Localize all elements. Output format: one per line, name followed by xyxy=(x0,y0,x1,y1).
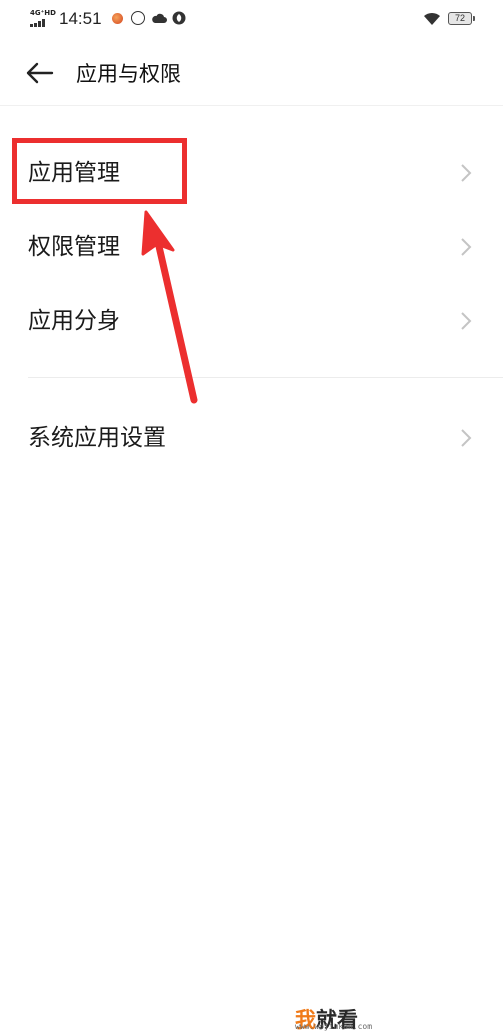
status-bar: 4G⁺HD 14:51 72 xyxy=(0,0,503,40)
menu-item-label: 系统应用设置 xyxy=(28,425,166,451)
menu-item-label: 应用分身 xyxy=(28,308,120,334)
annotation-highlight-box xyxy=(12,138,187,204)
header-divider xyxy=(0,105,503,106)
battery-icon: 72 xyxy=(448,12,475,25)
app-bar: 应用与权限 xyxy=(0,40,503,106)
network-type-label: 4G⁺HD xyxy=(30,9,56,17)
chevron-right-icon xyxy=(461,164,472,182)
chevron-right-icon xyxy=(461,312,472,330)
notification-dot-icon xyxy=(112,13,123,24)
weather-cloud-icon xyxy=(152,13,167,23)
data-saver-icon xyxy=(131,11,145,25)
page-title: 应用与权限 xyxy=(76,62,181,86)
battery-level: 72 xyxy=(454,13,465,23)
chevron-right-icon xyxy=(461,429,472,447)
app-leaf-icon xyxy=(172,11,186,25)
cellular-signal-icon: 4G⁺HD xyxy=(30,9,56,27)
menu-item-app-clone[interactable]: 应用分身 xyxy=(0,284,503,356)
menu-item-permission-management[interactable]: 权限管理 xyxy=(0,210,503,282)
wifi-icon xyxy=(424,12,440,25)
menu-item-system-app-settings[interactable]: 系统应用设置 xyxy=(0,401,503,473)
status-time: 14:51 xyxy=(59,9,102,28)
section-divider xyxy=(28,377,503,378)
menu-item-label: 权限管理 xyxy=(28,234,120,260)
watermark-url: www.wojiukan.com xyxy=(295,1022,373,1031)
watermark: 我就看 www.wojiukan.com xyxy=(295,1008,415,1032)
chevron-right-icon xyxy=(461,238,472,256)
back-arrow-icon[interactable] xyxy=(22,56,56,90)
